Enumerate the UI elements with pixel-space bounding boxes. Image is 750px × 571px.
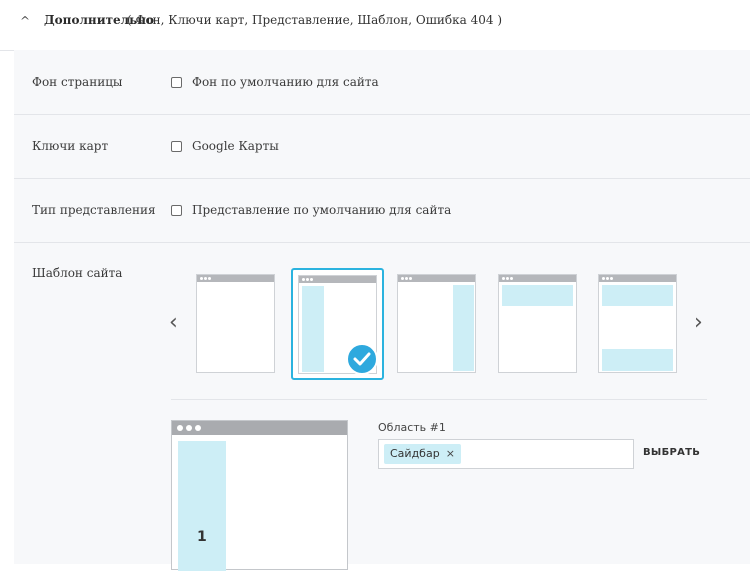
checkbox-label[interactable]: Фон по умолчанию для сайта xyxy=(192,75,379,89)
background-checkbox[interactable] xyxy=(171,77,182,88)
row-view-type: Тип представления Представление по умолч… xyxy=(14,179,750,243)
selected-check-icon xyxy=(346,343,378,375)
row-label: Фон страницы xyxy=(32,75,123,89)
remove-tag-icon[interactable]: × xyxy=(446,447,455,460)
row-label: Тип представления xyxy=(32,203,156,217)
chevron-up-icon[interactable]: ^ xyxy=(20,14,30,28)
chevron-right-icon[interactable]: › xyxy=(694,310,703,335)
row-label: Шаблон сайта xyxy=(32,266,123,280)
checkbox-label[interactable]: Представление по умолчанию для сайта xyxy=(192,203,451,217)
footer-block xyxy=(602,349,673,371)
default-view-checkbox[interactable] xyxy=(171,205,182,216)
template-top-bottom-areas[interactable] xyxy=(598,274,677,373)
row-map-keys: Ключи карт Google Карты xyxy=(14,115,750,179)
divider xyxy=(171,399,707,400)
area-label: Область #1 xyxy=(378,421,446,434)
template-right-sidebar[interactable] xyxy=(397,274,476,373)
selected-tag: Сайдбар × xyxy=(384,444,461,464)
template-left-sidebar[interactable] xyxy=(291,268,384,380)
area-select-input[interactable]: Сайдбар × xyxy=(378,439,634,469)
tag-label: Сайдбар xyxy=(390,447,440,460)
sidebar-block xyxy=(302,286,324,372)
sidebar-area-block[interactable] xyxy=(178,441,226,571)
window-bar xyxy=(172,421,347,435)
choose-button[interactable]: ВЫБРАТЬ xyxy=(643,447,700,458)
window-bar xyxy=(299,276,376,283)
section-subtitle: ( Фон, Ключи карт, Представление, Шаблон… xyxy=(127,13,503,27)
window-bar xyxy=(499,275,576,282)
window-bar xyxy=(398,275,475,282)
layout-preview: 1 xyxy=(171,420,348,571)
header-block xyxy=(602,285,673,306)
area-number: 1 xyxy=(197,529,207,545)
window-bar xyxy=(197,275,274,282)
template-blank[interactable] xyxy=(196,274,275,373)
sidebar-block xyxy=(453,285,474,371)
google-maps-checkbox[interactable] xyxy=(171,141,182,152)
window-bar xyxy=(599,275,676,282)
row-label: Ключи карт xyxy=(32,139,109,153)
header-block xyxy=(502,285,573,306)
checkbox-label[interactable]: Google Карты xyxy=(192,139,279,153)
template-top-area[interactable] xyxy=(498,274,577,373)
row-background: Фон страницы Фон по умолчанию для сайта xyxy=(14,50,750,115)
chevron-left-icon[interactable]: ‹ xyxy=(169,310,178,335)
advanced-section-header[interactable]: ^ Дополнительно ( Фон, Ключи карт, Предс… xyxy=(0,0,750,51)
advanced-panel: Фон страницы Фон по умолчанию для сайта … xyxy=(14,50,750,571)
